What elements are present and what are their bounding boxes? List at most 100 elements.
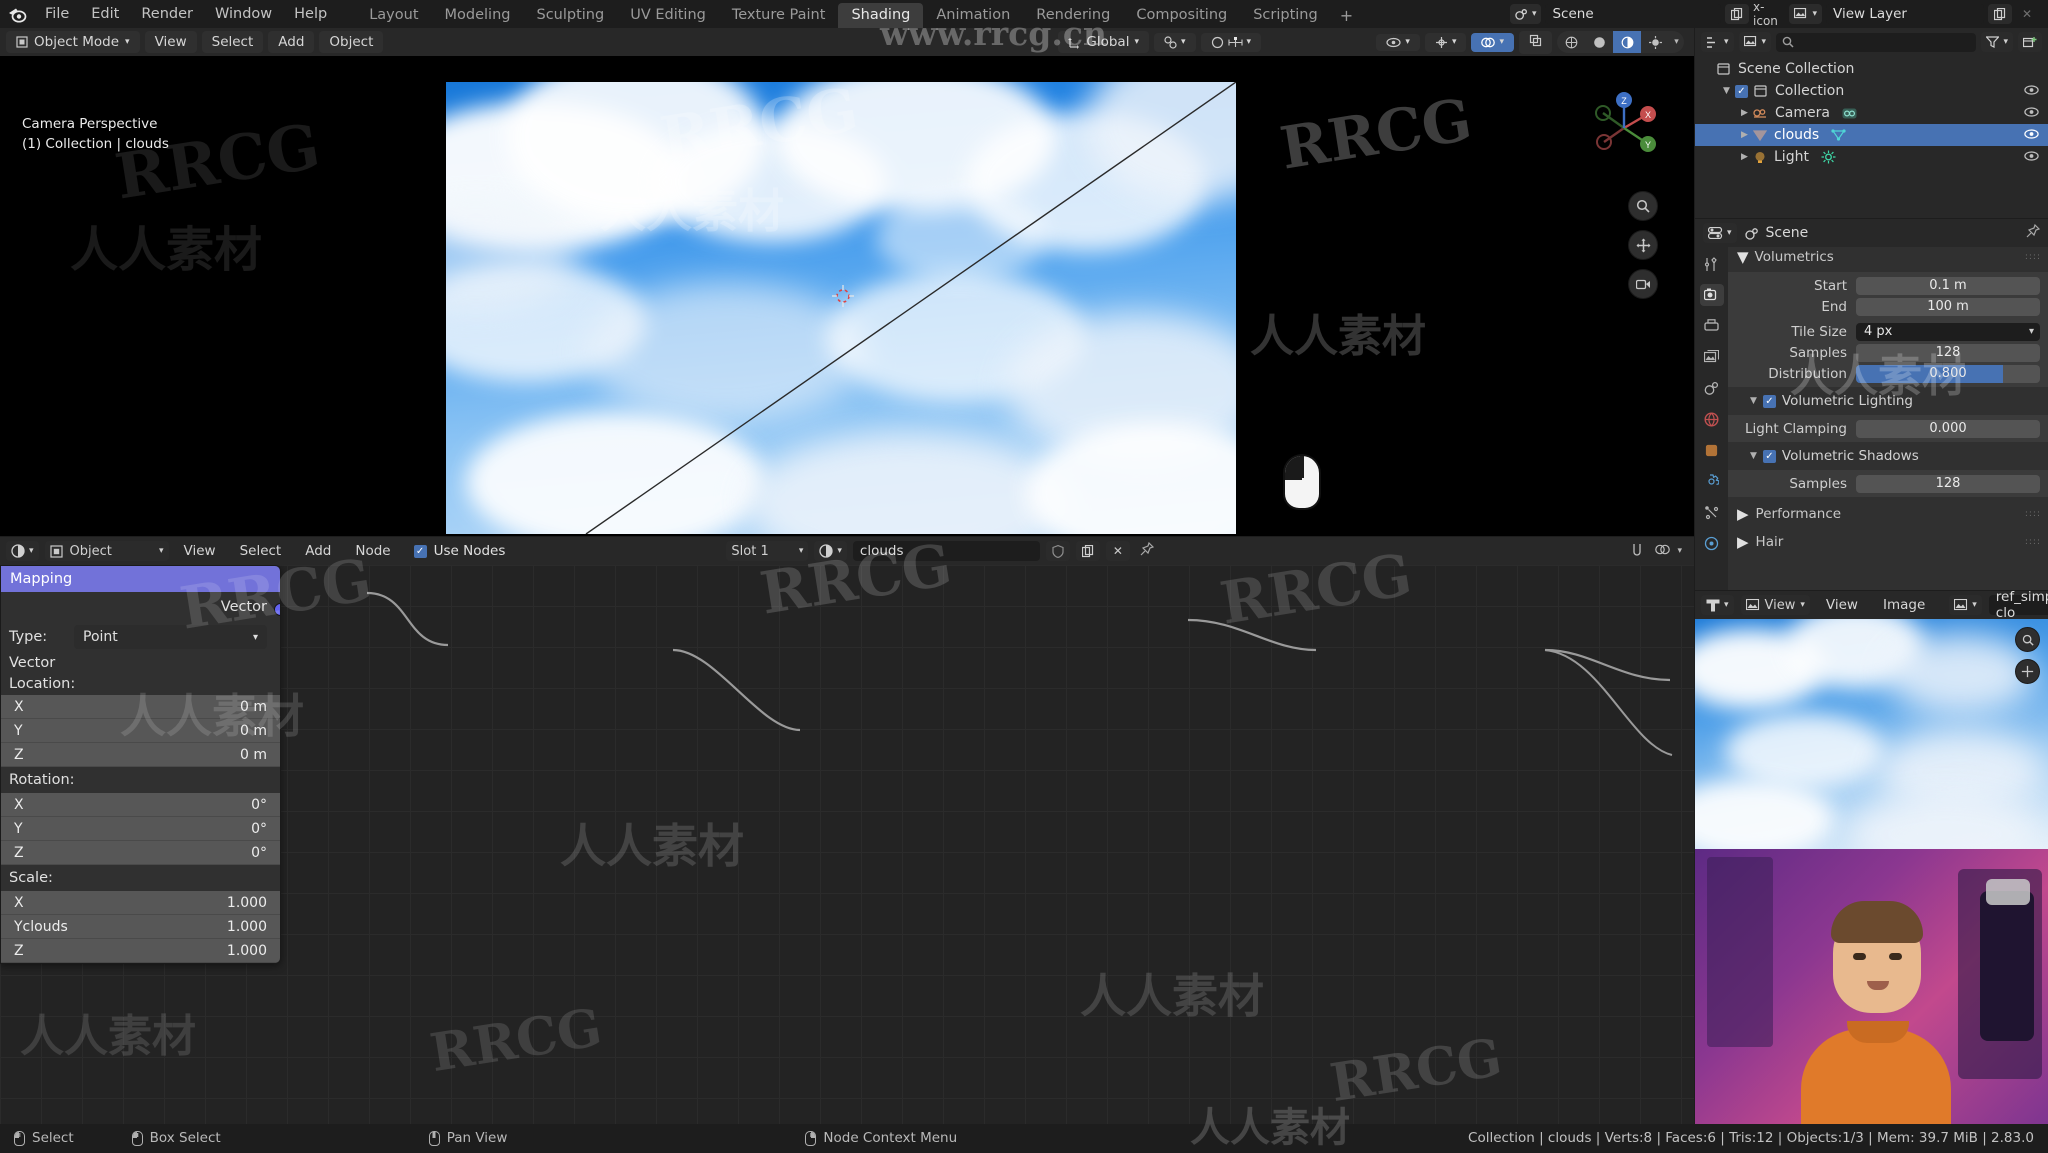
shader-type-dropdown[interactable]: Object ▾ xyxy=(44,541,169,561)
property-value[interactable]: 0.800 xyxy=(1856,364,2040,383)
overlay-dropdown-chevron-icon[interactable]: ▾ xyxy=(1677,546,1682,556)
shader-menu-add[interactable]: Add xyxy=(296,540,340,562)
transform-orientation-dropdown[interactable]: Global ▾ xyxy=(1058,31,1149,53)
view-layer-name-field[interactable]: View Layer xyxy=(1826,4,1984,24)
shading-material-preview-icon[interactable] xyxy=(1613,31,1641,53)
outliner-row-collection[interactable]: ▼ ✓ Collection xyxy=(1695,80,2048,102)
image-menu-image[interactable]: Image xyxy=(1874,594,1934,616)
property-row-distribution[interactable]: Distribution 0.800 xyxy=(1728,364,2040,383)
use-nodes-toggle[interactable]: ✓ Use Nodes xyxy=(413,543,505,559)
shading-dropdown-chevron-icon[interactable]: ▾ xyxy=(1669,31,1684,53)
collection-checkbox[interactable]: ✓ xyxy=(1735,84,1748,98)
property-row-light-clamping[interactable]: Light Clamping 0.000 xyxy=(1728,419,2040,438)
properties-tab-output[interactable] xyxy=(1700,315,1724,337)
mapping-type-row[interactable]: Type: Point ▾ xyxy=(1,625,280,653)
blender-logo-icon[interactable] xyxy=(0,0,34,28)
view-layer-browse-icon[interactable]: ▾ xyxy=(1789,4,1822,24)
shading-wireframe-icon[interactable] xyxy=(1557,31,1585,53)
mapping-location-x[interactable]: X 0 m xyxy=(1,695,280,719)
mapping-rotation-z[interactable]: Z 0° xyxy=(1,841,280,865)
mapping-rotation-y[interactable]: Y 0° xyxy=(1,817,280,841)
add-workspace-button[interactable]: + xyxy=(1331,3,1362,28)
viewport-menu-add[interactable]: Add xyxy=(268,31,315,53)
properties-tab-particles[interactable] xyxy=(1700,501,1724,523)
outliner-display-icon[interactable]: ▾ xyxy=(1701,32,1734,52)
outliner-row-camera[interactable]: ▶ Camera xyxy=(1695,102,2048,124)
material-name-field[interactable]: clouds xyxy=(852,541,1040,561)
mapping-scale-x[interactable]: X 1.000 xyxy=(1,891,280,915)
node-mapping[interactable]: Mapping Vector Type: Point ▾ Vector Loca… xyxy=(0,565,281,964)
workspace-tab-sculpting[interactable]: Sculpting xyxy=(523,3,617,28)
image-menu-view[interactable]: View xyxy=(1817,594,1867,616)
properties-tab-scene[interactable] xyxy=(1700,377,1724,399)
properties-section-hair[interactable]: ▶ Hair :::: xyxy=(1728,528,2048,556)
properties-tab-world[interactable] xyxy=(1700,408,1724,430)
property-row-shadow-samples[interactable]: Samples 128 xyxy=(1728,474,2040,493)
properties-editor-icon[interactable]: ▾ xyxy=(1703,223,1737,243)
properties-tab-tool[interactable] xyxy=(1700,253,1724,275)
property-row-end[interactable]: End 100 m xyxy=(1728,297,2040,316)
property-row-tile-size[interactable]: Tile Size 4 px ▾ xyxy=(1728,322,2040,341)
workspace-tab-compositing[interactable]: Compositing xyxy=(1123,3,1240,28)
visibility-eye-icon[interactable] xyxy=(2024,106,2039,120)
image-preview-canvas[interactable] xyxy=(1695,619,2048,849)
scene-browse-icon[interactable]: ▾ xyxy=(1509,4,1542,24)
gizmo-icon[interactable]: ▾ xyxy=(1424,32,1467,52)
image-view-mode-dropdown[interactable]: View ▾ xyxy=(1740,595,1810,615)
image-name-field[interactable]: ref_simple-clo xyxy=(1988,589,2048,621)
shader-menu-view[interactable]: View xyxy=(175,540,225,562)
shader-menu-node[interactable]: Node xyxy=(346,540,399,562)
close-view-layer-icon[interactable]: ✕ xyxy=(2016,7,2038,21)
shader-menu-select[interactable]: Select xyxy=(231,540,291,562)
properties-section-volumetrics[interactable]: ▼ Volumetrics :::: xyxy=(1728,247,2048,269)
camera-view-icon[interactable] xyxy=(1628,269,1658,299)
properties-tab-render[interactable] xyxy=(1699,284,1724,306)
node-graph-canvas[interactable]: Mapping Vector Type: Point ▾ Vector Loca… xyxy=(0,565,1694,1124)
workspace-tab-scripting[interactable]: Scripting xyxy=(1240,3,1330,28)
snap-icon[interactable]: ▾ xyxy=(1154,32,1196,52)
browse-image-icon[interactable]: ▾ xyxy=(1949,595,1982,615)
shading-solid-icon[interactable] xyxy=(1585,31,1613,53)
properties-tab-view-layer[interactable] xyxy=(1700,346,1724,368)
proportional-edit-icon[interactable]: ▾ xyxy=(1200,32,1262,52)
menu-help[interactable]: Help xyxy=(283,3,338,25)
image-editor-icon[interactable]: ▾ xyxy=(1701,595,1734,615)
mapping-type-dropdown[interactable]: Point ▾ xyxy=(74,625,267,649)
pan-icon[interactable] xyxy=(2015,659,2040,684)
mapping-scale-z[interactable]: Z 1.000 xyxy=(1,939,280,963)
pin-icon[interactable] xyxy=(2026,223,2041,242)
property-value[interactable]: 4 px ▾ xyxy=(1856,322,2040,341)
duplicate-material-icon[interactable] xyxy=(1075,541,1100,561)
workspace-tab-layout[interactable]: Layout xyxy=(356,3,431,28)
visibility-icon[interactable]: ▾ xyxy=(1376,33,1420,51)
properties-tab-object[interactable] xyxy=(1700,439,1724,461)
fake-user-icon[interactable] xyxy=(1045,541,1070,561)
mapping-location-y[interactable]: Y 0 m xyxy=(1,719,280,743)
node-header-mapping[interactable]: Mapping xyxy=(1,566,280,592)
menu-file[interactable]: File xyxy=(34,3,80,25)
property-value[interactable]: 100 m xyxy=(1856,297,2040,316)
viewport-canvas[interactable]: Camera Perspective (1) Collection | clou… xyxy=(0,56,1694,536)
zoom-icon[interactable] xyxy=(1628,191,1658,221)
volumetric-shadows-checkbox[interactable]: ✓ xyxy=(1762,449,1776,463)
expand-triangle-icon[interactable]: ▼ xyxy=(1723,86,1735,96)
property-value[interactable]: 0.1 m xyxy=(1856,276,2040,295)
property-value[interactable]: 128 xyxy=(1856,343,2040,362)
shading-rendered-icon[interactable] xyxy=(1641,31,1669,53)
workspace-tab-animation[interactable]: Animation xyxy=(923,3,1023,28)
zoom-icon[interactable] xyxy=(2015,627,2040,652)
outliner-search-input[interactable] xyxy=(1776,32,1977,52)
expand-triangle-icon[interactable]: ▶ xyxy=(1741,108,1753,118)
expand-triangle-icon[interactable]: ▶ xyxy=(1741,130,1753,140)
volumetric-lighting-toggle[interactable]: ▼ ✓ Volumetric Lighting xyxy=(1728,390,2048,412)
outliner-filter-icon[interactable]: ▾ xyxy=(1981,32,2013,52)
new-view-layer-icon[interactable] xyxy=(1988,4,2012,24)
menu-render[interactable]: Render xyxy=(130,3,204,25)
properties-section-performance[interactable]: ▶ Performance :::: xyxy=(1728,500,2048,528)
pan-icon[interactable] xyxy=(1628,230,1658,260)
expand-triangle-icon[interactable]: ▶ xyxy=(1741,152,1753,162)
new-scene-icon[interactable] xyxy=(1725,4,1750,24)
use-nodes-checkbox[interactable]: ✓ xyxy=(413,544,427,558)
object-mode-dropdown[interactable]: Object Mode ▾ xyxy=(6,31,140,53)
unlink-material-icon[interactable]: ✕ xyxy=(1105,541,1130,561)
